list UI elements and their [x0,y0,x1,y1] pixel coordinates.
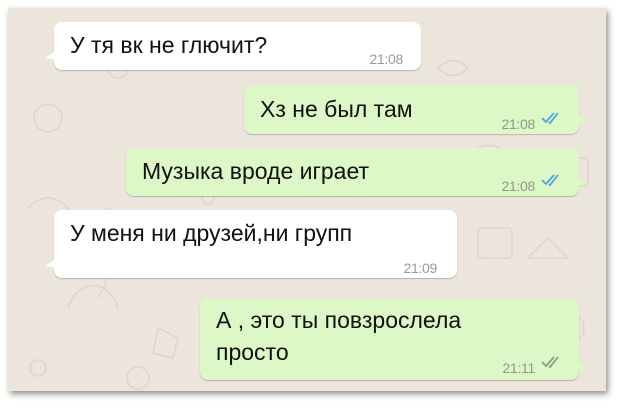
message-text: У тя вк не глючит? [70,32,268,58]
chat-screenshot: У тя вк не глючит? 21:08 Хз не был там 2… [8,8,606,391]
message-time: 21:11 [502,360,536,376]
message-bubble-outgoing[interactable]: Хз не был там 21:08 [244,86,588,134]
message-time: 21:09 [403,260,437,276]
double-check-icon [541,112,559,125]
message-bubble-incoming[interactable]: У меня ни друзей,ни групп 21:09 [45,210,457,278]
message-time: 21:08 [501,116,535,132]
message-time: 21:08 [501,178,535,194]
message-text: Хз не был там [260,96,413,122]
bubble-tail [45,258,57,268]
message-text-line-2: просто [216,339,289,365]
message-text: Музыка вроде играет [142,158,370,184]
message-text-line-1: А , это ты повзрослела [216,307,462,333]
bubble-tail [45,50,57,60]
double-check-icon [541,174,559,187]
message-time: 21:08 [369,51,403,67]
message-text: У меня ни друзей,ни групп [70,220,353,246]
bubble-tail [576,114,588,124]
bubble-tail [576,176,588,186]
double-check-icon [541,356,559,369]
message-bubble-outgoing[interactable]: А , это ты повзрослела просто 21:11 [200,298,588,380]
message-bubble-incoming[interactable]: У тя вк не глючит? 21:08 [45,22,421,70]
bubble-tail [576,360,588,370]
message-bubble-outgoing[interactable]: Музыка вроде играет 21:08 [126,148,588,196]
